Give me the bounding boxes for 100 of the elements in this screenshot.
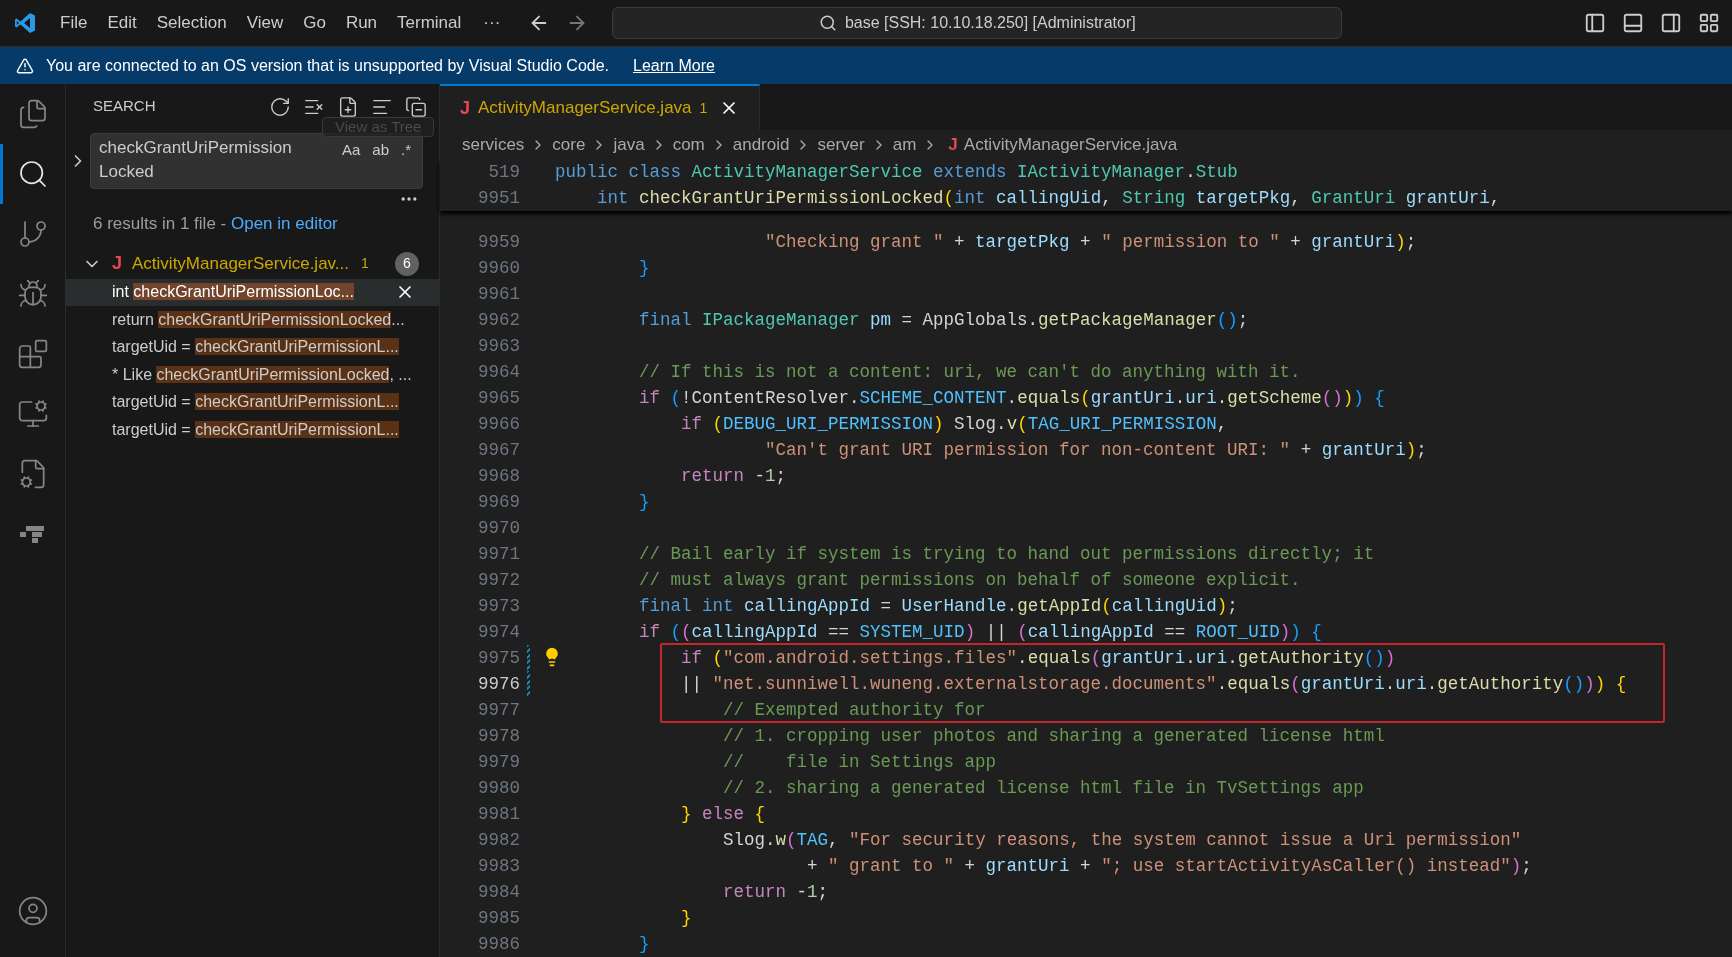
search-result-item[interactable]: return checkGrantUriPermissionLocked... [66,306,439,334]
search-icon[interactable] [17,158,49,190]
code-line: final int callingAppId = UserHandle.getAppId(callingUid); [638,595,1238,618]
branch-icon[interactable] [17,218,49,250]
line-number: 9971 [477,543,520,566]
search-option-toggle[interactable]: Aa [338,140,364,160]
line-number: 519 [487,161,520,184]
code-line: } else { [680,803,766,826]
line-number: 9986 [477,933,520,956]
code-line: // 1. cropping user photos and sharing a generated license html [722,725,1385,748]
search-option-toggle[interactable]: .* [398,140,414,160]
line-number: 9984 [477,881,520,904]
menu-item[interactable]: File [50,10,98,36]
search-result-item[interactable]: targetUid = checkGrantUriPermissionL... [66,333,439,361]
line-number: 9983 [477,855,520,878]
line-number: 9962 [477,309,520,332]
vscode-logo-icon [13,11,37,35]
line-number: 9979 [477,751,520,774]
menu-item[interactable]: Run [335,10,388,36]
breadcrumb-item[interactable]: java [613,131,645,158]
panel-bottom-icon[interactable] [1622,12,1644,34]
search-result-item[interactable]: int checkGrantUriPermissionLoc... [66,278,439,306]
layout-icon[interactable] [1698,12,1720,34]
breadcrumb-item[interactable]: ActivityManagerService.java [963,131,1178,158]
line-number: 9951 [477,187,520,210]
menu-item[interactable]: Terminal [387,10,472,36]
menu-item[interactable]: Edit [97,10,147,36]
search-field[interactable]: checkGrantUriPermissionLocked Aa ab .* [90,133,423,189]
line-number: 9980 [477,777,520,800]
code-line: // 2. sharing a generated license html file in TvSettings app [722,777,1364,800]
sidebar-title: SEARCH [93,96,156,117]
line-number: 9961 [477,283,520,306]
extensions-icon[interactable] [17,338,49,370]
breadcrumb-item[interactable]: server [817,131,865,158]
account-icon[interactable] [17,895,49,927]
search-result-item[interactable]: targetUid = checkGrantUriPermissionL... [66,388,439,416]
collapse-all-icon[interactable] [405,95,427,118]
code-line: Slog.w(TAG, "For security reasons, the system cannot issue a Uri permission" [722,829,1522,852]
file-result-row[interactable]: J ActivityManagerService.jav... 1 6 [66,250,439,277]
code-line: "Checking grant " + targetPkg + " permission to " + grantUri); [764,231,1417,254]
files-icon[interactable] [17,98,49,130]
panel-left-icon[interactable] [1584,12,1606,34]
monitor-icon[interactable] [17,398,49,430]
editor-tab[interactable]: J ActivityManagerService.java 1 [440,84,761,131]
line-number: 9968 [477,465,520,488]
line-number: 9978 [477,725,520,748]
more-menu[interactable]: ··· [471,10,513,36]
search-result-item[interactable]: * Like checkGrantUriPermissionLocked, ... [66,361,439,389]
code-line: final IPackageManager pm = AppGlobals.getPackageManager(); [638,309,1249,332]
problem-count: 1 [361,254,369,273]
banner-message: You are connected to an OS version that is unsupported by Visual Studio Code. [46,55,610,76]
refresh-icon[interactable] [269,95,291,118]
line-number: 9974 [477,621,520,644]
menu-item[interactable]: Go [293,10,336,36]
menu-item[interactable]: Selection [146,10,237,36]
line-number: 9969 [477,491,520,514]
code-line: // Exempted authority for [722,699,986,722]
modified-marker[interactable] [527,645,530,671]
breadcrumb-item[interactable]: services [462,131,525,158]
panel-right-icon[interactable] [1660,12,1682,34]
breadcrumb-item[interactable]: am [892,131,917,158]
blocks-icon[interactable] [20,524,46,544]
bug-icon[interactable] [17,278,49,310]
line-number: 9977 [477,699,520,722]
code-line: || "net.sunniwell.wuneng.externalstorage.documents".equals(grantUri.uri.getAuthority())) { [680,673,1627,696]
line-number: 9959 [477,231,520,254]
code-line: if ((callingAppId == SYSTEM_UID) || (callingAppId == ROOT_UID)) { [638,621,1322,644]
learn-more-link[interactable]: Learn More [633,53,715,78]
code-line: return -1; [680,465,787,488]
code-line: // file in Settings app [722,751,997,774]
line-number: 9966 [477,413,520,436]
line-number: 9963 [477,335,520,358]
line-number: 9964 [477,361,520,384]
line-number: 9985 [477,907,520,930]
breadcrumb-item[interactable]: android [732,131,790,158]
command-center[interactable]: base [SSH: 10.10.18.250] [Administrator] [612,7,1343,39]
code-line: return -1; [722,881,829,904]
java-file-icon: J [460,94,470,122]
java-file-icon: J [112,250,122,277]
line-number: 9960 [477,257,520,280]
line-number: 9976 [477,673,520,696]
new-file-icon[interactable] [337,95,359,118]
line-number: 9973 [477,595,520,618]
breadcrumb-item[interactable]: com [672,131,705,158]
menu-item[interactable]: View [236,10,294,36]
search-option-toggle[interactable]: ab [369,140,392,160]
file-name: ActivityManagerService.jav... [132,252,349,275]
code-line: } [638,257,650,280]
code-line: public class ActivityManagerService extends IActivityManager.Stub [555,161,1238,184]
code-line: // If this is not a content: uri, we can't do anything with it. [638,361,1301,384]
code-line: if (!ContentResolver.SCHEME_CONTENT.equals(grantUri.uri.getScheme())) { [638,387,1385,410]
breadcrumb-item[interactable]: core [552,131,586,158]
code-line: } [638,933,650,956]
search-result-item[interactable]: targetUid = checkGrantUriPermissionL... [66,416,439,444]
code-line: + " grant to " + grantUri + "; use startActivityAsCaller() instead"); [806,855,1532,878]
code-line: int checkGrantUriPermissionLocked(int callingUid, String targetPkg, GrantUri grantUri, [596,187,1501,210]
line-number: 9982 [477,829,520,852]
open-in-editor-link[interactable]: Open in editor [230,214,338,233]
java-file-icon: J [948,131,958,158]
modified-marker[interactable] [527,671,530,697]
